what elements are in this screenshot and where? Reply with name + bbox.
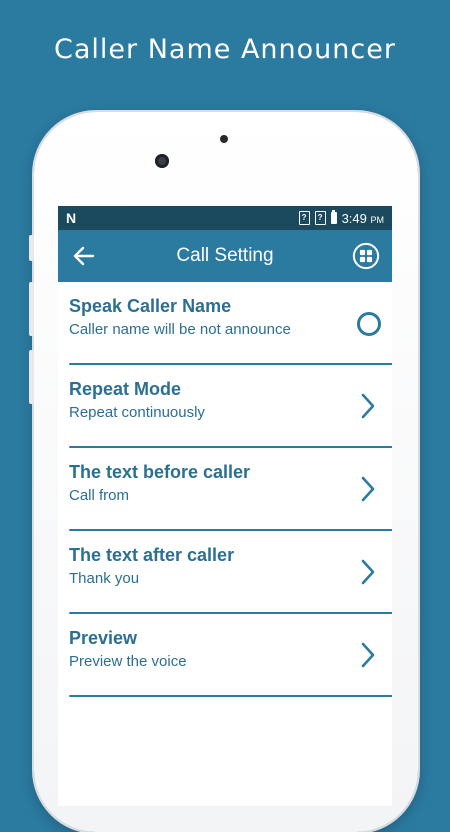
setting-speak-caller-name[interactable]: Speak Caller Name Caller name will be no…	[58, 282, 392, 365]
chevron-right-icon	[356, 559, 380, 585]
sim-icon-1: ?	[298, 211, 310, 225]
setting-subtitle: Call from	[69, 487, 130, 504]
setting-subtitle: Thank you	[69, 570, 140, 587]
speak-caller-name-toggle[interactable]	[357, 312, 381, 336]
setting-subtitle: Preview the voice	[69, 653, 187, 670]
setting-subtitle: Caller name will be not announce	[69, 321, 291, 338]
status-time: 3:49 PM	[342, 211, 384, 226]
phone-side-button-volume-down	[29, 350, 34, 404]
phone-side-button-volume-up	[29, 282, 34, 336]
setting-title: The text after caller	[69, 545, 235, 565]
setting-text-after-caller[interactable]: The text after caller Thank you	[58, 531, 392, 614]
chevron-right-icon	[356, 476, 380, 502]
notification-icon: N	[66, 210, 77, 226]
phone-camera	[155, 154, 169, 168]
chevron-right-icon	[356, 393, 380, 419]
status-icons: ? ? 3:49 PM	[298, 210, 384, 226]
battery-icon	[330, 210, 337, 224]
chevron-right-icon	[356, 642, 380, 668]
promo-title: Caller Name Announcer	[54, 34, 396, 65]
setting-subtitle: Repeat continuously	[69, 404, 205, 421]
back-arrow-icon	[73, 246, 95, 266]
setting-repeat-mode[interactable]: Repeat Mode Repeat continuously	[58, 365, 392, 448]
apps-grid-button[interactable]	[352, 242, 380, 270]
setting-preview[interactable]: Preview Preview the voice	[58, 614, 392, 697]
phone-screen: N ? ? 3:49 PM Call Setting Speak Caller …	[58, 206, 392, 806]
page-title: Call Setting	[176, 245, 274, 266]
setting-title: Repeat Mode	[69, 379, 182, 399]
status-time-ampm: PM	[370, 214, 385, 225]
phone-speaker	[220, 135, 228, 143]
setting-title: Preview	[69, 628, 138, 648]
phone-side-button-top	[29, 235, 34, 261]
status-bar: N ? ? 3:49 PM	[58, 206, 392, 230]
app-bar: Call Setting	[58, 230, 392, 282]
settings-list: Speak Caller Name Caller name will be no…	[58, 282, 392, 697]
sim-icon-2: ?	[314, 211, 326, 225]
setting-text-before-caller[interactable]: The text before caller Call from	[58, 448, 392, 531]
setting-title: The text before caller	[69, 462, 251, 482]
back-button[interactable]	[70, 242, 98, 270]
setting-title: Speak Caller Name	[69, 296, 232, 316]
status-time-value: 3:49	[341, 210, 367, 226]
grid-icon	[352, 242, 380, 270]
